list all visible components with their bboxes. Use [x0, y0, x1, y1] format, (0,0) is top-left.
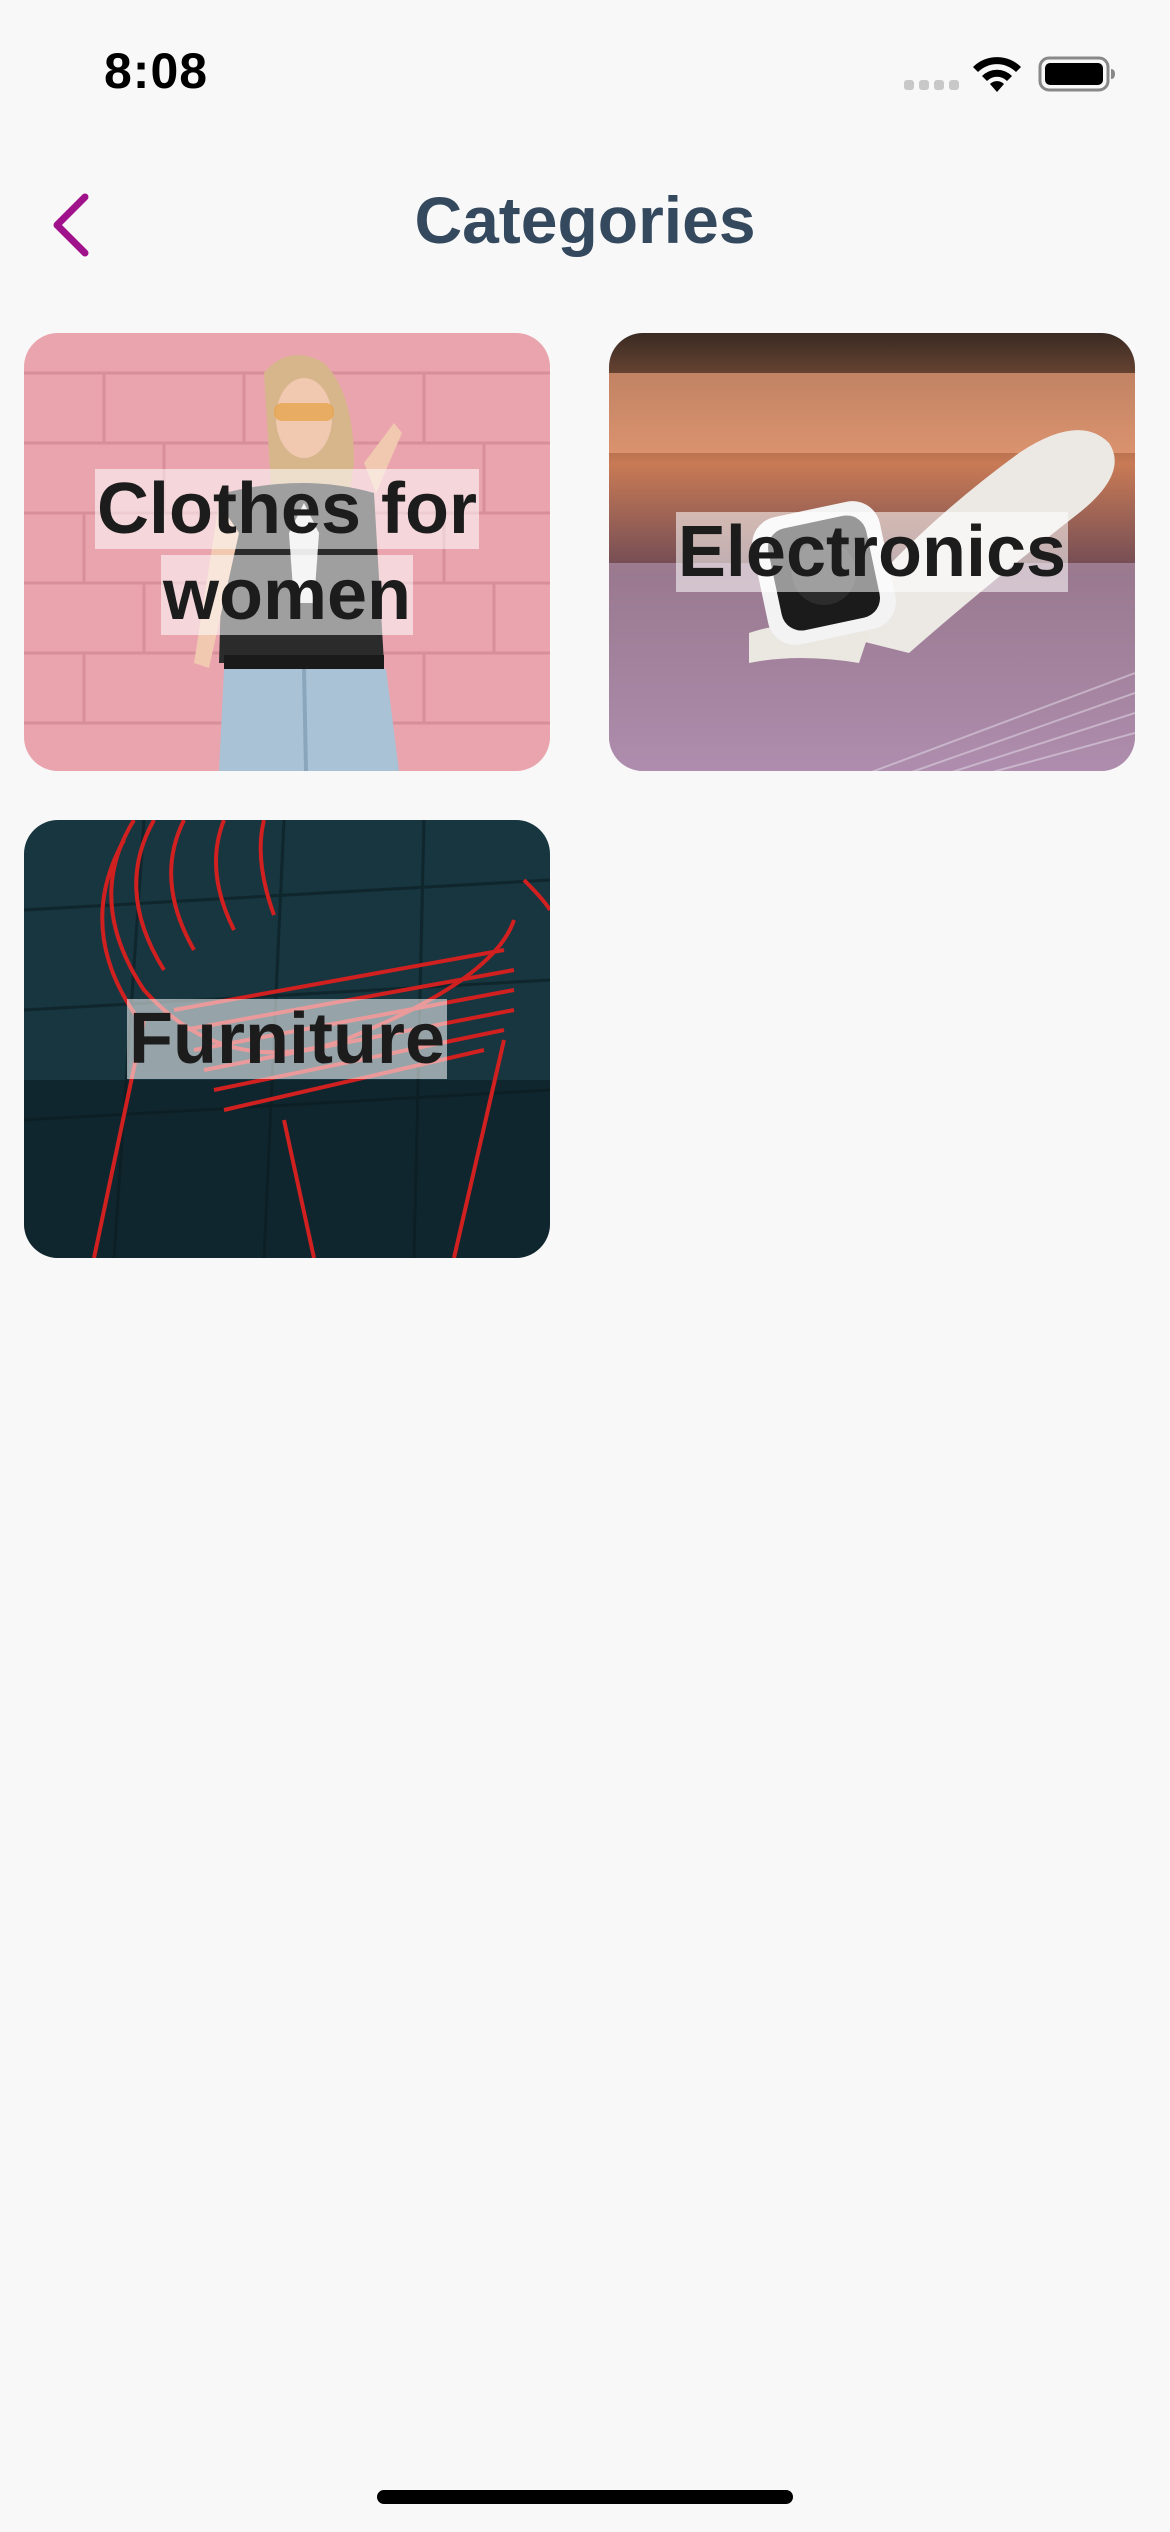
status-bar: 8:08 — [0, 0, 1170, 140]
category-label: Furniture — [127, 999, 447, 1079]
category-card-electronics[interactable]: Electronics — [609, 333, 1135, 771]
status-time: 8:08 — [104, 43, 209, 99]
category-card-clothes-for-women[interactable]: Clothes for women — [24, 333, 550, 771]
page-title: Categories — [414, 183, 756, 257]
navigation-header: Categories — [0, 160, 1170, 290]
category-label: Electronics — [675, 512, 1069, 592]
battery-icon — [1038, 56, 1115, 92]
cellular-signal-icon — [904, 80, 959, 90]
home-indicator[interactable] — [377, 2490, 793, 2504]
category-card-furniture[interactable]: Furniture — [24, 820, 550, 1258]
wifi-icon — [973, 57, 1021, 92]
category-label: Clothes for women — [94, 469, 479, 635]
